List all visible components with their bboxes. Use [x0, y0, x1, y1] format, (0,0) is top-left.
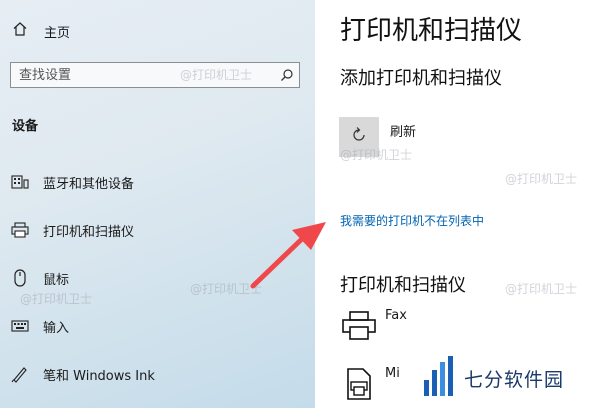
main-panel: 打印机和扫描仪 添加打印机和扫描仪 刷新 我需要的打印机不在列表中 打印机和扫描… — [315, 0, 600, 408]
search-input[interactable] — [11, 63, 275, 87]
search-box[interactable] — [10, 62, 300, 88]
device-name: Mi — [385, 366, 400, 381]
watermark: @打印机卫士 — [505, 172, 578, 186]
watermark: @打印机卫士 — [190, 282, 263, 296]
site-logo: 七分软件园 — [422, 354, 564, 402]
home-icon — [12, 21, 28, 41]
section-devices-heading: 设备 — [12, 119, 39, 134]
nav-home[interactable]: 主页 — [12, 20, 70, 42]
sidebar-item-label: 打印机和扫描仪 — [43, 224, 135, 240]
home-label: 主页 — [44, 25, 71, 41]
logo-text: 七分软件园 — [464, 368, 565, 391]
sidebar-item-typing[interactable]: 输入 — [10, 314, 69, 338]
keyboard-bluetooth-icon — [10, 172, 30, 192]
watermark: @打印机卫士 — [505, 282, 578, 296]
sidebar-item-label: 鼠标 — [43, 272, 70, 288]
mouse-icon — [10, 268, 30, 288]
sidebar-item-label: 输入 — [43, 320, 70, 336]
device-name: Fax — [385, 308, 407, 323]
sidebar-item-pen[interactable]: 笔和 Windows Ink — [10, 362, 155, 386]
sidebar-item-mouse[interactable]: 鼠标 — [10, 266, 69, 290]
sidebar-item-label: 蓝牙和其他设备 — [43, 176, 135, 192]
sidebar-item-label: 笔和 Windows Ink — [43, 368, 155, 384]
keyboard-icon — [10, 316, 30, 336]
refresh-button[interactable] — [339, 117, 379, 157]
add-section-title: 添加打印机和扫描仪 — [340, 68, 502, 89]
logo-bars-icon — [422, 354, 458, 402]
sidebar-item-bluetooth[interactable]: 蓝牙和其他设备 — [10, 170, 134, 194]
search-icon[interactable] — [275, 63, 299, 87]
watermark: @打印机卫士 — [20, 292, 93, 306]
refresh-icon — [350, 126, 368, 148]
settings-sidebar: 主页 设备 蓝牙和其他设备 打印机和扫描仪 鼠标 输入 — [0, 0, 315, 408]
printer-icon — [10, 220, 30, 240]
refresh-label: 刷新 — [390, 125, 417, 140]
sidebar-item-printers[interactable]: 打印机和扫描仪 — [10, 218, 134, 242]
device-item-fax[interactable]: Fax — [337, 304, 407, 348]
printers-section-title: 打印机和扫描仪 — [340, 275, 466, 296]
missing-printer-link[interactable]: 我需要的打印机不在列表中 — [340, 212, 484, 229]
document-printer-icon — [337, 362, 381, 406]
device-item-mi[interactable]: Mi — [337, 362, 400, 406]
pen-icon — [10, 364, 30, 384]
fax-icon — [337, 304, 381, 348]
page-title: 打印机和扫描仪 — [340, 16, 523, 46]
